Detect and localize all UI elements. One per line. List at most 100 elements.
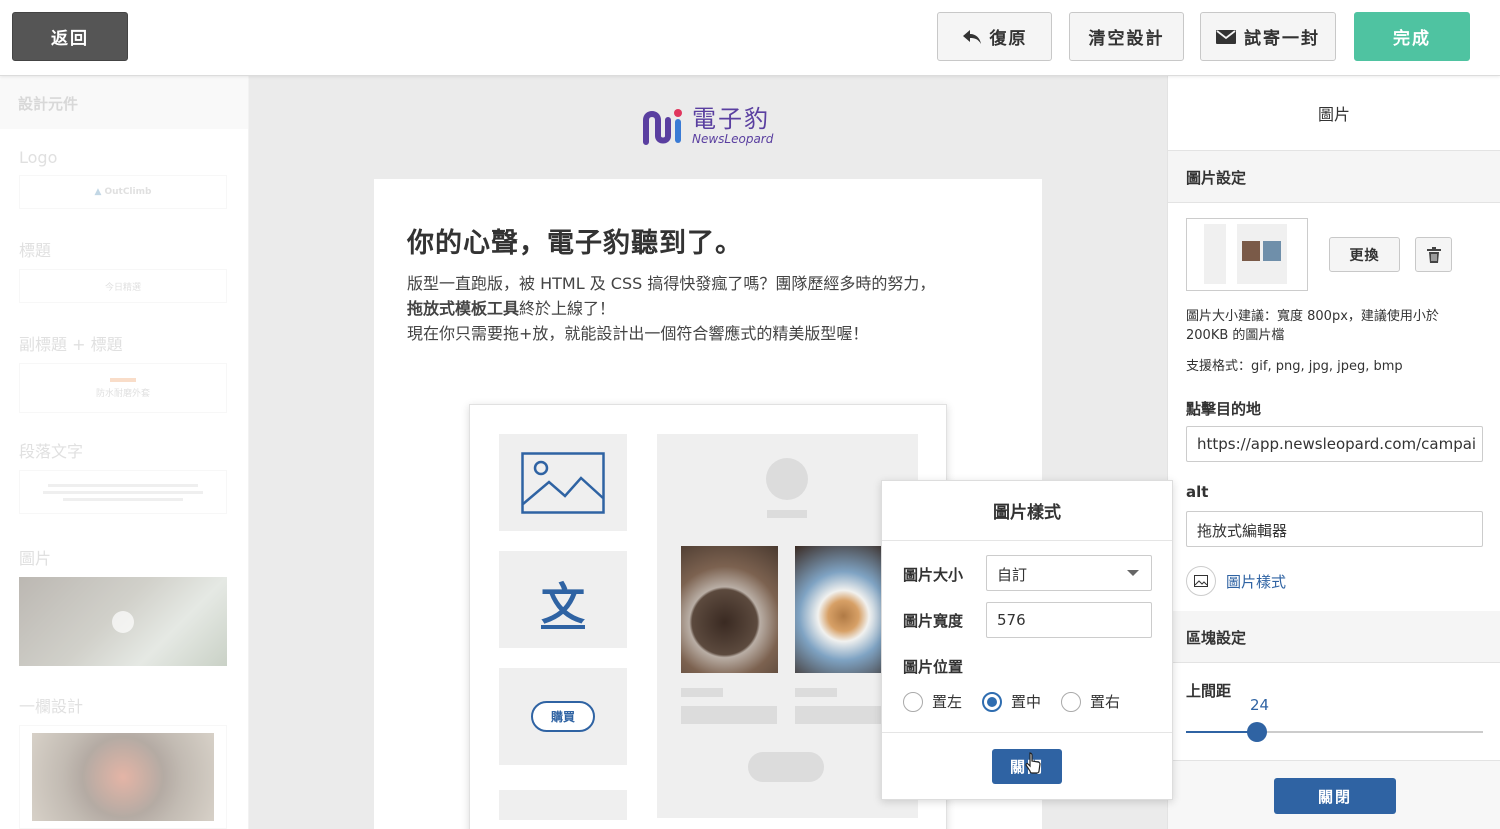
component-label: 圖片	[19, 549, 52, 568]
component-paragraph[interactable]: 段落文字	[19, 438, 227, 514]
image-icon	[1186, 566, 1216, 596]
component-preview: ▲ OutClimb	[19, 175, 227, 209]
slider-thumb[interactable]	[1247, 722, 1268, 742]
component-subtitle-heading[interactable]: 副標題 + 標題 防水耐磨外套	[19, 331, 227, 413]
image-position-radio-group: 置左 置中 置右	[903, 691, 1140, 712]
newsleopard-logo-icon	[643, 109, 682, 145]
radio-circle	[1061, 691, 1082, 712]
replace-image-button[interactable]: 更換	[1329, 237, 1400, 272]
mock-buy-button: 購買	[530, 701, 595, 732]
thumb-photo	[1242, 241, 1260, 261]
mock-caption	[681, 706, 777, 724]
image-position-label: 圖片位置	[903, 658, 964, 676]
component-label: 段落文字	[19, 442, 84, 461]
back-button[interactable]: 返回	[12, 12, 128, 61]
email-headline[interactable]: 你的心聲，電子豹聽到了。	[407, 221, 743, 260]
component-image[interactable]: 圖片	[19, 545, 227, 666]
image-width-input[interactable]: 576	[986, 602, 1152, 638]
text-char-icon: 文	[541, 578, 585, 630]
mock-button-block: 購買	[499, 668, 627, 765]
sidebar-header: 設計元件	[0, 76, 248, 129]
mock-text-block: 文	[499, 551, 627, 648]
paragraph-line-1: 版型一直跑版，被 HTML 及 CSS 搞得快發瘋了嗎？團隊歷經多時的努力，	[407, 274, 936, 293]
test-send-button[interactable]: 試寄一封	[1200, 12, 1336, 61]
radio-label: 置左	[932, 693, 963, 711]
radio-label: 置右	[1090, 693, 1121, 711]
click-destination-input[interactable]: https://app.newsleopard.com/campai	[1186, 426, 1483, 462]
trash-icon	[1426, 246, 1441, 263]
image-size-hint: 圖片大小建議：寬度 800px，建議使用小於 200KB 的圖片檔	[1186, 309, 1439, 343]
image-settings-header: 圖片設定	[1168, 151, 1500, 203]
radio-circle-selected	[982, 691, 1003, 712]
top-spacing-slider[interactable]	[1186, 722, 1483, 742]
alt-label: alt	[1186, 483, 1209, 501]
click-destination-label: 點擊目的地	[1186, 400, 1262, 418]
click-destination-value: https://app.newsleopard.com/campai	[1197, 435, 1477, 453]
component-one-column[interactable]: 一欄設計	[19, 693, 227, 829]
mock-pill-button	[748, 752, 824, 782]
restore-button[interactable]: 復原	[937, 12, 1052, 61]
mock-caption	[795, 706, 891, 724]
clear-design-label: 清空設計	[1088, 29, 1165, 49]
panel-close-button[interactable]: 關閉	[1274, 778, 1396, 814]
paragraph-line-2-rest: 終於上線了！	[519, 299, 616, 318]
alt-value: 拖放式編輯器	[1197, 522, 1288, 540]
image-style-link[interactable]: 圖片樣式	[1186, 566, 1286, 596]
delete-image-button[interactable]	[1415, 237, 1452, 272]
chevron-down-icon	[1127, 570, 1139, 576]
properties-panel: 圖片 圖片設定 更換 圖片大小建議：寬度 800px，建議使用小於 200KB …	[1167, 76, 1500, 829]
image-width-label: 圖片寬度	[903, 612, 964, 630]
position-center-radio[interactable]: 置中	[982, 691, 1041, 712]
block-settings-header: 區塊設定	[1168, 611, 1500, 663]
component-label: 標題	[19, 241, 52, 260]
mock-caption	[795, 688, 837, 697]
component-preview-text: 防水耐磨外套	[95, 388, 150, 399]
editor-illustration-image[interactable]: 文 購買	[469, 404, 947, 829]
close-label: 關閉	[1317, 787, 1352, 806]
clear-design-button[interactable]: 清空設計	[1069, 12, 1184, 61]
component-label: Logo	[19, 148, 58, 167]
preview-line	[63, 497, 183, 501]
component-preview-text: OutClimb	[104, 187, 152, 197]
cooking-image-thumb	[32, 733, 214, 821]
popover-title: 圖片樣式	[882, 481, 1172, 541]
components-sidebar: 設計元件 Logo ▲ OutClimb 標題 今日精選 副標題 + 標題 防水耐…	[0, 76, 249, 829]
image-size-select[interactable]: 自訂	[986, 555, 1152, 591]
component-label: 一欄設計	[19, 697, 84, 716]
coffee-photo	[795, 546, 892, 673]
email-paragraph[interactable]: 版型一直跑版，被 HTML 及 CSS 搞得快發瘋了嗎？團隊歷經多時的努力， 拖…	[407, 271, 1007, 346]
paragraph-bold-text: 拖放式模板工具	[407, 299, 520, 318]
thumb-block	[1204, 224, 1226, 284]
position-right-radio[interactable]: 置右	[1061, 691, 1120, 712]
done-button[interactable]: 完成	[1354, 12, 1470, 61]
panel-footer: 關閉	[1168, 760, 1500, 829]
radio-label: 置中	[1011, 693, 1042, 711]
camping-image-thumb	[19, 577, 227, 666]
newsleopard-logo: 電子豹 NewsLeopard	[642, 106, 773, 146]
image-size-label: 圖片大小	[903, 566, 964, 584]
picture-icon	[521, 451, 605, 514]
back-label: 返回	[51, 29, 89, 49]
component-preview	[19, 725, 227, 829]
component-preview	[19, 470, 227, 514]
image-thumbnail	[1186, 218, 1308, 291]
logo-chinese-text: 電子豹	[692, 105, 770, 133]
alt-input[interactable]: 拖放式編輯器	[1186, 511, 1483, 547]
top-spacing-label: 上間距	[1186, 682, 1232, 700]
preview-subtitle-bar	[110, 377, 136, 382]
position-left-radio[interactable]: 置左	[903, 691, 962, 712]
mock-column-layout	[657, 434, 918, 818]
paragraph-line-2: 拖放式模板工具終於上線了！	[407, 296, 1007, 321]
mountain-icon: ▲	[94, 187, 102, 197]
paragraph-line-3: 現在你只需要拖+放，就能設計出一個符合響應式的精美版型喔！	[407, 324, 869, 343]
restore-label: 復原	[989, 29, 1028, 49]
mock-avatar-caption	[767, 510, 807, 518]
supported-formats: 支援格式：gif, png, jpg, jpeg, bmp	[1186, 359, 1403, 374]
component-label: 副標題 + 標題	[19, 335, 123, 354]
mouse-cursor-icon	[1025, 752, 1041, 774]
component-heading[interactable]: 標題 今日精選	[19, 237, 227, 303]
thumb-photo	[1263, 241, 1281, 261]
mock-block	[499, 790, 627, 820]
test-send-label: 試寄一封	[1244, 29, 1320, 49]
component-logo[interactable]: Logo ▲ OutClimb	[19, 148, 227, 209]
